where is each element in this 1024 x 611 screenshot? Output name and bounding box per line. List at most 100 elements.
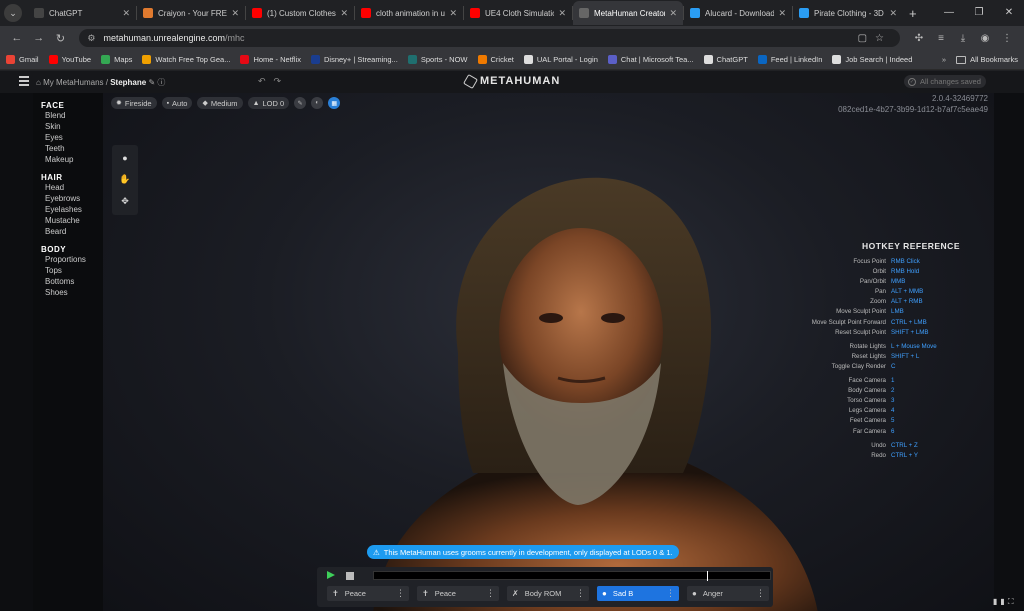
- browser-tab[interactable]: (1) Custom Clothes f ✕: [246, 1, 354, 25]
- menu-kebab-icon[interactable]: ⋮: [996, 33, 1018, 44]
- browser-tab[interactable]: MetaHuman Creator ✕: [573, 1, 683, 25]
- forward-button[interactable]: →: [28, 32, 50, 44]
- close-tab-icon[interactable]: ✕: [889, 8, 897, 19]
- pose-button[interactable]: ✝ Peace ⋮: [327, 586, 409, 601]
- sidebar-item-proportions[interactable]: Proportions: [45, 254, 103, 265]
- right-eye-shape: [601, 313, 625, 323]
- sidebar-group-hair[interactable]: HAIR: [41, 173, 103, 182]
- stop-icon[interactable]: [346, 572, 354, 580]
- tab-title: UE4 Cloth Simulatio: [485, 8, 555, 18]
- 3d-viewport[interactable]: ✹ Fireside ▪ Auto ◆ Medium ▲ LOD 0 ✎ ◐ ▦ 2.0…: [103, 93, 994, 611]
- close-window-button[interactable]: ✕: [994, 0, 1024, 26]
- hand-move-icon[interactable]: ✋: [119, 172, 130, 193]
- edit-icon[interactable]: ✎ ⓘ: [148, 78, 165, 87]
- bookmark-link[interactable]: Feed | LinkedIn: [757, 55, 822, 64]
- sidebar-item-eyes[interactable]: Eyes: [45, 132, 103, 143]
- browser-tab[interactable]: UE4 Cloth Simulatio ✕: [464, 1, 572, 25]
- sidebar-item-blend[interactable]: Blend: [45, 110, 103, 121]
- bookmark-link[interactable]: Disney+ | Streaming...: [310, 55, 398, 64]
- sidebar-group-face[interactable]: FACE: [41, 101, 103, 110]
- lighting-preset-button[interactable]: ✹ Fireside: [111, 97, 157, 109]
- new-tab-button[interactable]: +: [909, 6, 917, 21]
- reading-list-icon[interactable]: ≡: [930, 33, 952, 44]
- bookmark-link[interactable]: UAL Portal - Login: [523, 55, 598, 64]
- close-tab-icon[interactable]: ✕: [558, 8, 566, 19]
- pose-options-kebab-icon[interactable]: ⋮: [486, 588, 495, 599]
- profile-avatar[interactable]: ◉: [974, 33, 996, 44]
- browser-tab[interactable]: ChatGPT ✕: [28, 1, 136, 25]
- minimize-button[interactable]: —: [934, 0, 964, 26]
- timeline-playhead[interactable]: [706, 571, 709, 581]
- pose-button[interactable]: ✗ Body ROM ⋮: [507, 586, 589, 601]
- play-icon[interactable]: [327, 571, 335, 579]
- sidebar-item-beard[interactable]: Beard: [45, 226, 103, 237]
- bookmark-star-icon[interactable]: ▢☆: [858, 33, 892, 44]
- bookmark-link[interactable]: Chat | Microsoft Tea...: [607, 55, 694, 64]
- sidebar-group-body[interactable]: BODY: [41, 245, 103, 254]
- render-mode-icon[interactable]: ▦: [328, 97, 341, 109]
- sidebar-item-shoes[interactable]: Shoes: [45, 287, 103, 298]
- animation-timeline[interactable]: [373, 571, 771, 581]
- site-info-icon[interactable]: ⚙: [87, 33, 95, 44]
- sidebar-item-tops[interactable]: Tops: [45, 265, 103, 276]
- extensions-icon[interactable]: ✣: [908, 33, 930, 44]
- bookmark-link[interactable]: Cricket: [477, 55, 514, 64]
- browser-tab[interactable]: Pirate Clothing - 3D ✕: [793, 1, 903, 25]
- back-button[interactable]: ←: [6, 32, 28, 44]
- tab-search-button[interactable]: ⌄: [4, 4, 22, 22]
- browser-tab[interactable]: cloth animation in u ✕: [355, 1, 463, 25]
- pose-button[interactable]: ● Sad B ⋮: [597, 586, 679, 601]
- sidebar-item-teeth[interactable]: Teeth: [45, 143, 103, 154]
- bookmark-link[interactable]: Job Search | Indeed: [832, 55, 912, 64]
- move-arrows-icon[interactable]: ✥: [121, 194, 129, 215]
- pose-options-kebab-icon[interactable]: ⋮: [756, 588, 765, 599]
- close-tab-icon[interactable]: ✕: [449, 8, 457, 19]
- pose-options-kebab-icon[interactable]: ⋮: [576, 588, 585, 599]
- bookmark-link[interactable]: ChatGPT: [703, 55, 748, 64]
- clay-render-icon[interactable]: ◐: [311, 97, 324, 109]
- sidebar-item-eyebrows[interactable]: Eyebrows: [45, 193, 103, 204]
- bookmark-link[interactable]: Home - Netflix: [240, 55, 301, 64]
- head-sculpt-icon[interactable]: ●: [122, 151, 127, 172]
- bookmark-link[interactable]: Watch Free Top Gea...: [142, 55, 230, 64]
- hotkey-action: Orbit: [872, 268, 886, 276]
- pose-button[interactable]: ● Anger ⋮: [687, 586, 769, 601]
- pose-options-kebab-icon[interactable]: ⋮: [396, 588, 405, 599]
- browser-tab[interactable]: Alucard - Download ✕: [684, 1, 792, 25]
- hamburger-menu-icon[interactable]: [19, 76, 29, 86]
- url-bar[interactable]: ⚙ metahuman.unrealengine.com /mhc ▢☆: [79, 29, 900, 47]
- bookmark-link[interactable]: Maps: [101, 55, 132, 64]
- close-tab-icon[interactable]: ✕: [778, 8, 786, 19]
- more-bookmarks-icon[interactable]: »: [942, 55, 946, 64]
- stats-icon[interactable]: ▮▮: [993, 597, 1008, 606]
- reload-button[interactable]: ↻: [50, 32, 72, 45]
- lod-button[interactable]: ▲ LOD 0: [247, 97, 290, 109]
- pose-button[interactable]: ✝ Peace ⋮: [417, 586, 499, 601]
- sidebar-item-skin[interactable]: Skin: [45, 121, 103, 132]
- camera-mode-button[interactable]: ▪ Auto: [161, 97, 193, 109]
- fullscreen-icon[interactable]: ⛶: [1008, 597, 1017, 606]
- close-tab-icon[interactable]: ✕: [340, 8, 348, 19]
- sidebar-item-head[interactable]: Head: [45, 182, 103, 193]
- download-icon[interactable]: ⤓: [952, 33, 974, 44]
- browser-tab[interactable]: Craiyon - Your FREE ✕: [137, 1, 245, 25]
- sidebar-item-bottoms[interactable]: Bottoms: [45, 276, 103, 287]
- restore-button[interactable]: ❐: [964, 0, 994, 26]
- sidebar-item-eyelashes[interactable]: Eyelashes: [45, 204, 103, 215]
- undo-icon[interactable]: ↶: [258, 76, 274, 86]
- pose-options-kebab-icon[interactable]: ⋮: [666, 588, 675, 599]
- sidebar-item-mustache[interactable]: Mustache: [45, 215, 103, 226]
- close-tab-icon[interactable]: ✕: [669, 8, 677, 19]
- quality-button[interactable]: ◆ Medium: [197, 97, 243, 109]
- sidebar-item-makeup[interactable]: Makeup: [45, 154, 103, 165]
- redo-icon[interactable]: ↷: [274, 76, 290, 86]
- close-tab-icon[interactable]: ✕: [122, 8, 130, 19]
- bookmark-link[interactable]: Sports - NOW: [407, 55, 468, 64]
- wireframe-toggle-icon[interactable]: ✎: [294, 97, 307, 109]
- close-tab-icon[interactable]: ✕: [231, 8, 239, 19]
- bookmark-link[interactable]: Gmail: [6, 55, 39, 64]
- all-bookmarks-link[interactable]: All Bookmarks: [970, 55, 1018, 64]
- bookmark-favicon-icon: [477, 55, 487, 64]
- breadcrumb-parent[interactable]: My MetaHumans: [43, 78, 103, 87]
- bookmark-link[interactable]: YouTube: [48, 55, 91, 64]
